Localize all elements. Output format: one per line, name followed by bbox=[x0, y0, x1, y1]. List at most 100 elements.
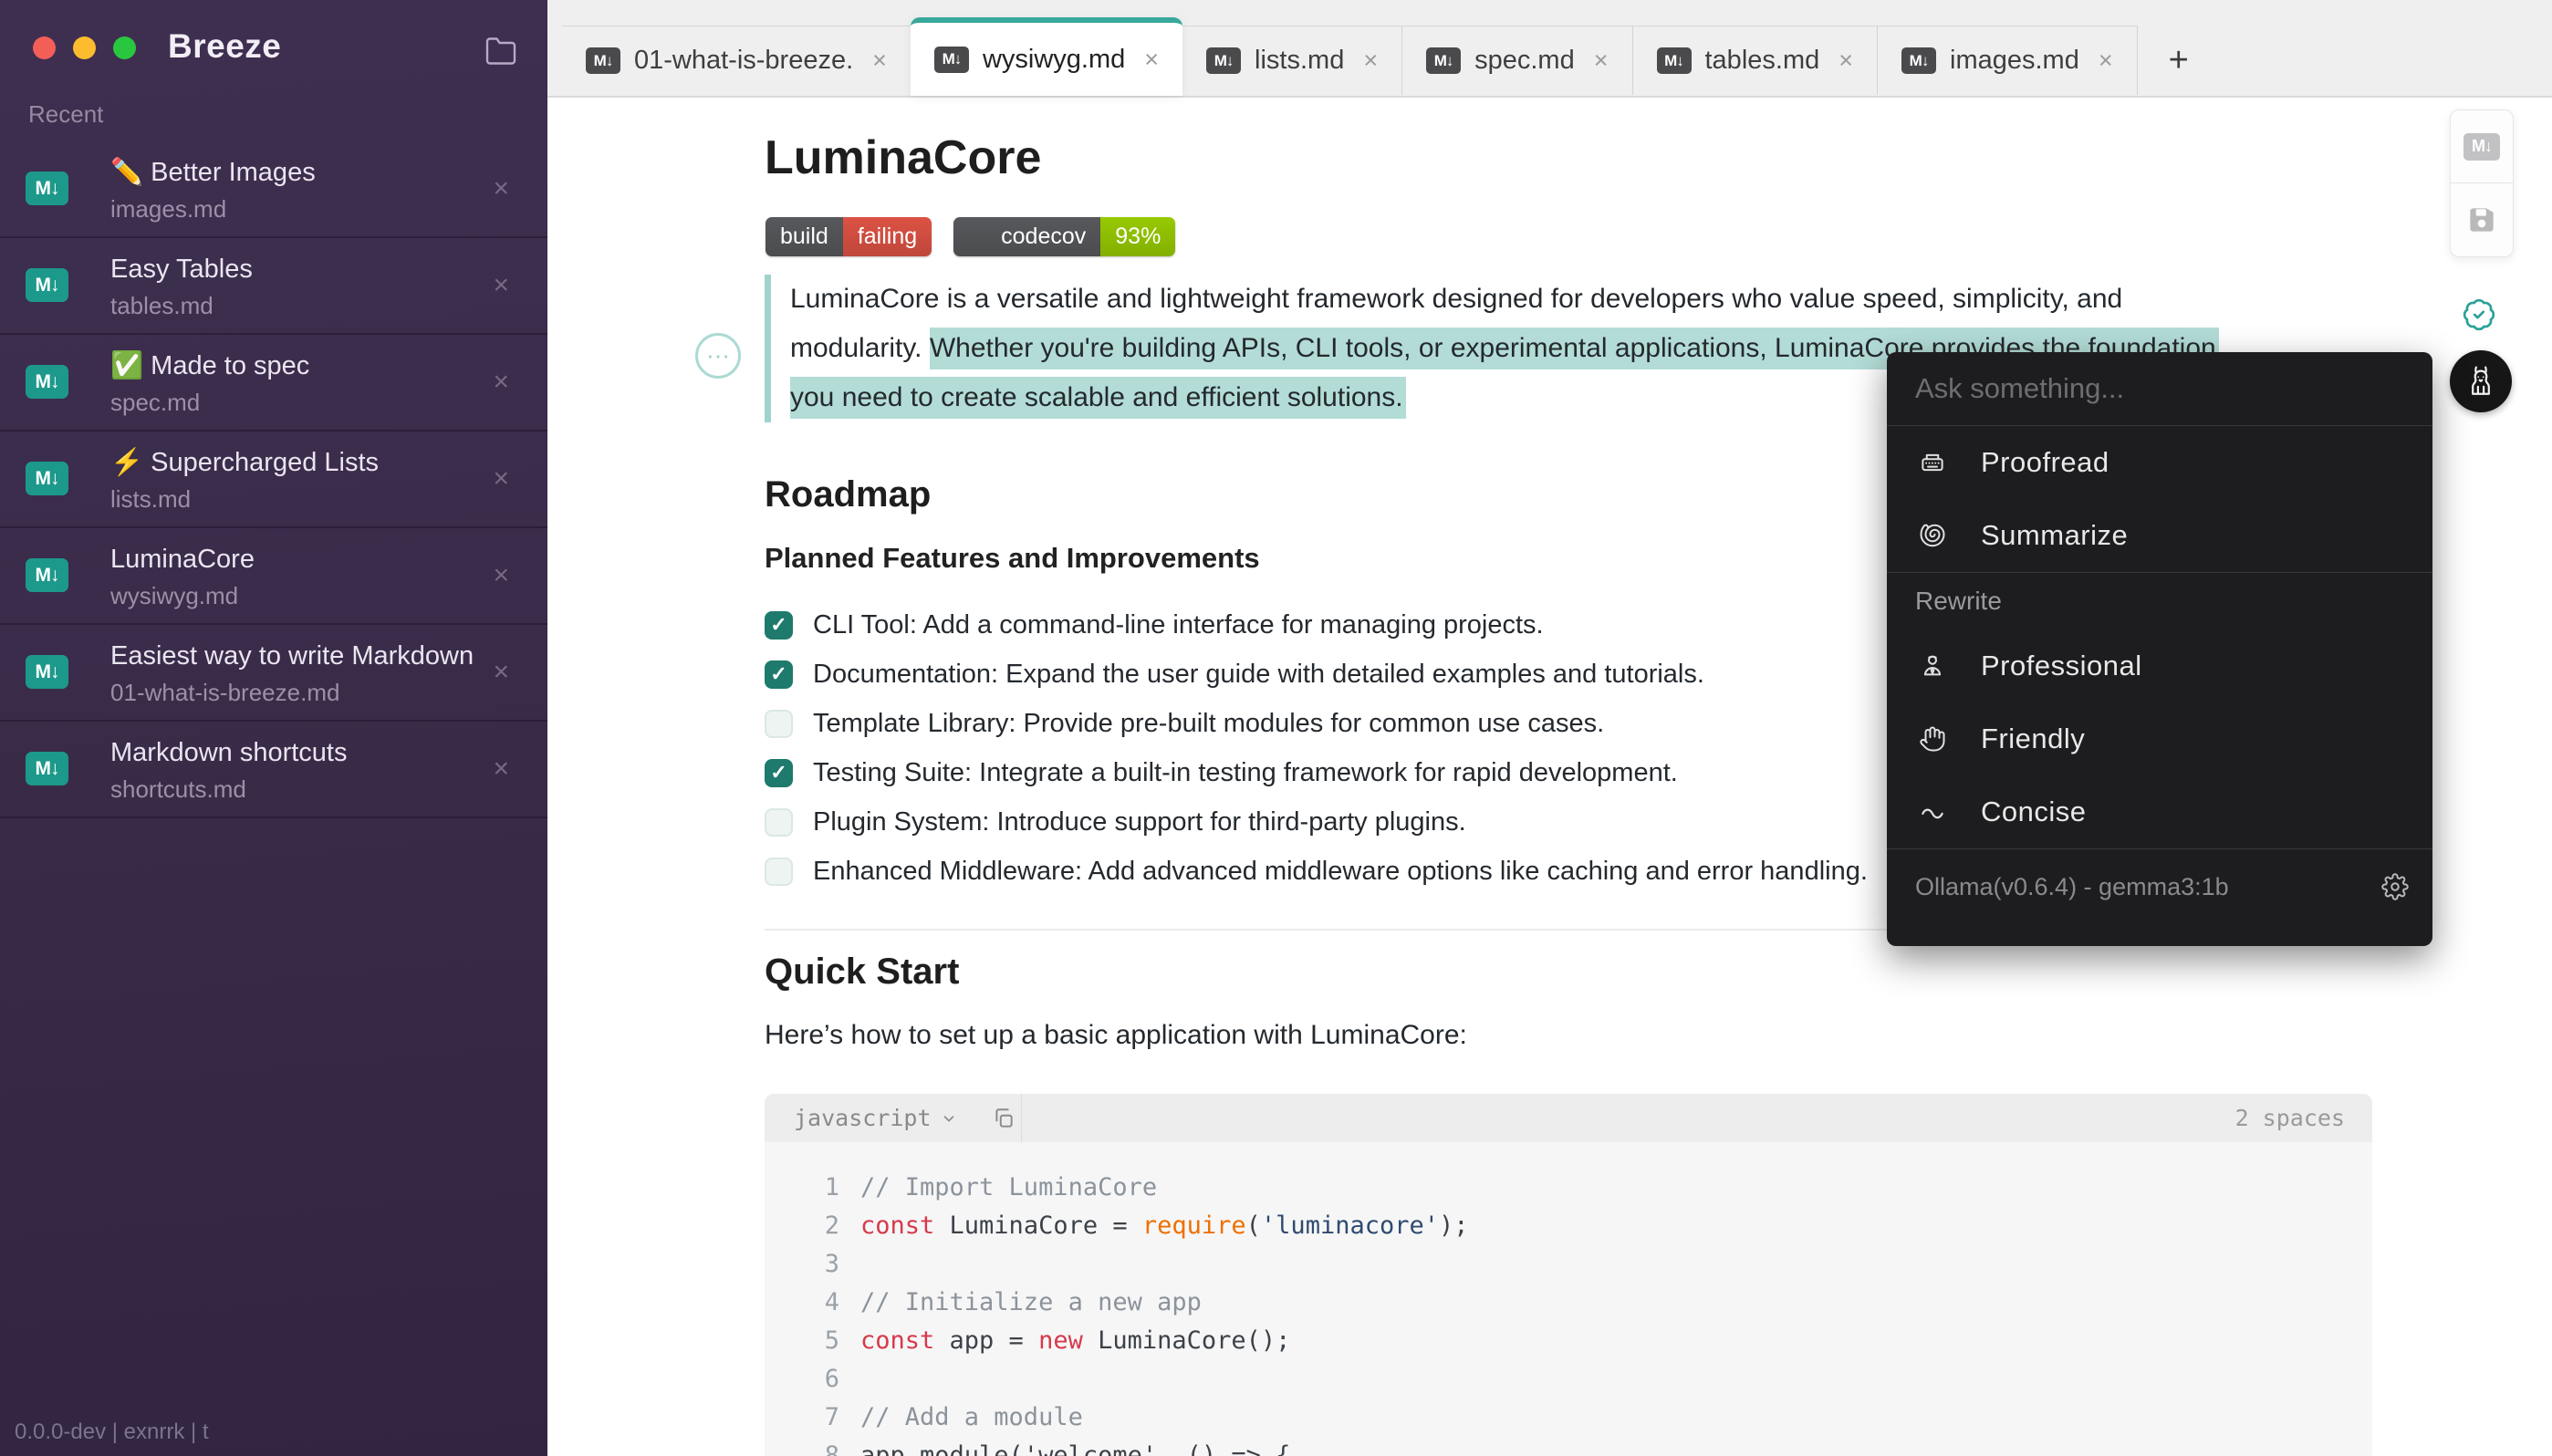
popup-footer: Ollama(v0.6.4) - gemma3:1b bbox=[1887, 849, 2432, 924]
ai-menu-item-label: Professional bbox=[1981, 650, 2142, 682]
ai-menu-item[interactable]: Proofread bbox=[1887, 426, 2432, 499]
build-status-badge: build failing bbox=[766, 217, 932, 256]
line-number: 4 bbox=[765, 1284, 839, 1322]
task-checkbox[interactable] bbox=[765, 808, 793, 837]
remove-recent-button[interactable]: × bbox=[485, 366, 516, 399]
code-editor-area[interactable]: 1 // Import LuminaCore 2 const LuminaCor… bbox=[765, 1142, 2372, 1456]
recent-file-title: Markdown shortcuts bbox=[110, 733, 474, 773]
close-tab-button[interactable]: × bbox=[1139, 46, 1159, 74]
recent-file-item[interactable]: M↓ Easy Tables tables.md × bbox=[0, 238, 547, 335]
open-folder-icon[interactable] bbox=[484, 35, 517, 68]
code-token: require bbox=[1142, 1212, 1246, 1240]
recent-file-item[interactable]: M↓ ✅ Made to spec spec.md × bbox=[0, 335, 547, 432]
ollama-llama-icon bbox=[2461, 361, 2501, 401]
remove-recent-button[interactable]: × bbox=[485, 559, 516, 592]
recent-file-item[interactable]: M↓ Markdown shortcuts shortcuts.md × bbox=[0, 722, 547, 818]
task-text: Documentation: Expand the user guide wit… bbox=[813, 660, 1704, 690]
open-tabs: M↓ 01-what-is-breeze. × M↓ wysiwyg.md × … bbox=[562, 0, 2220, 96]
verified-badge-icon[interactable] bbox=[2462, 297, 2496, 332]
ai-menu-item-label: Friendly bbox=[1981, 723, 2085, 755]
markdown-file-icon: M↓ bbox=[586, 47, 620, 74]
markdown-file-icon: M↓ bbox=[1901, 47, 1936, 74]
ask-input[interactable]: Ask something... bbox=[1887, 352, 2432, 425]
ai-menu-item-label: Concise bbox=[1981, 796, 2087, 828]
close-tab-button[interactable]: × bbox=[1358, 47, 1378, 75]
roadmap-heading: Roadmap bbox=[765, 474, 931, 515]
selected-text-highlight: you need to create scalable and efficien… bbox=[790, 377, 1406, 419]
quickstart-intro: Here’s how to set up a basic application… bbox=[765, 1020, 1467, 1051]
remove-recent-button[interactable]: × bbox=[485, 753, 516, 785]
copy-code-button[interactable] bbox=[992, 1107, 1016, 1130]
line-content bbox=[839, 1245, 860, 1284]
remove-recent-button[interactable]: × bbox=[485, 463, 516, 495]
markdown-source-button[interactable]: M↓ bbox=[2451, 110, 2513, 182]
person-icon bbox=[1919, 652, 1946, 680]
ai-menu-item[interactable]: Friendly bbox=[1887, 702, 2432, 775]
recent-file-item[interactable]: M↓ Easiest way to write Markdown 01-what… bbox=[0, 625, 547, 722]
app-title: Breeze bbox=[168, 27, 281, 66]
file-tab[interactable]: M↓ images.md × bbox=[1878, 26, 2138, 95]
file-tab[interactable]: M↓ wysiwyg.md × bbox=[911, 17, 1182, 96]
line-content: const LuminaCore = require('luminacore')… bbox=[839, 1207, 1469, 1245]
view-mode-panel: M↓ bbox=[2450, 109, 2514, 257]
code-token: app.module('welcome', () => { bbox=[860, 1441, 1290, 1456]
minimize-window-button[interactable] bbox=[73, 36, 96, 59]
codecov-badge-value: 93% bbox=[1100, 217, 1175, 256]
remove-recent-button[interactable]: × bbox=[485, 656, 516, 689]
code-line: 5 const app = new LuminaCore(); bbox=[765, 1322, 2372, 1360]
code-line: 3 bbox=[765, 1245, 2372, 1284]
close-tab-button[interactable]: × bbox=[867, 47, 887, 75]
ai-menu-item[interactable]: Concise bbox=[1887, 775, 2432, 848]
close-tab-button[interactable]: × bbox=[1588, 47, 1609, 75]
ollama-ai-button[interactable] bbox=[2450, 350, 2512, 412]
new-tab-button[interactable]: + bbox=[2138, 26, 2220, 95]
zoom-window-button[interactable] bbox=[113, 36, 136, 59]
markdown-file-icon: M↓ bbox=[26, 558, 68, 592]
markdown-file-icon: M↓ bbox=[1657, 47, 1692, 74]
remove-recent-button[interactable]: × bbox=[485, 269, 516, 302]
code-token: const bbox=[860, 1212, 934, 1240]
task-checkbox[interactable] bbox=[765, 710, 793, 738]
task-checkbox[interactable]: ✓ bbox=[765, 759, 793, 787]
remove-recent-button[interactable]: × bbox=[485, 172, 516, 205]
ai-menu-item[interactable]: Summarize bbox=[1887, 499, 2432, 572]
markdown-file-icon: M↓ bbox=[26, 752, 68, 785]
markdown-file-icon: M↓ bbox=[26, 655, 68, 689]
markdown-file-icon: M↓ bbox=[26, 172, 68, 205]
recent-file-name: wysiwyg.md bbox=[110, 579, 475, 612]
build-badge-value: failing bbox=[843, 217, 932, 256]
ai-menu-item[interactable]: Professional bbox=[1887, 629, 2432, 702]
close-window-button[interactable] bbox=[33, 36, 56, 59]
recent-file-item[interactable]: M↓ ⚡ Supercharged Lists lists.md × bbox=[0, 432, 547, 528]
recent-file-item[interactable]: M↓ ✏️ Better Images images.md × bbox=[0, 141, 547, 238]
roadmap-subheading: Planned Features and Improvements bbox=[765, 542, 1260, 575]
intro-text: modularity. bbox=[790, 333, 930, 363]
save-button[interactable] bbox=[2451, 183, 2513, 255]
recent-file-title: Easiest way to write Markdown bbox=[110, 636, 474, 676]
language-select[interactable]: javascript bbox=[765, 1105, 957, 1131]
model-info-text: Ollama(v0.6.4) - gemma3:1b bbox=[1915, 873, 2229, 901]
task-checkbox[interactable]: ✓ bbox=[765, 611, 793, 640]
block-actions-button[interactable]: ⋯ bbox=[695, 333, 741, 379]
ai-assistant-popup: Ask something... Proofread Summarize Rew… bbox=[1887, 352, 2432, 946]
code-token: app = bbox=[934, 1326, 1038, 1355]
close-tab-button[interactable]: × bbox=[1833, 47, 1853, 75]
code-token: LuminaCore = bbox=[934, 1212, 1142, 1240]
task-checkbox[interactable] bbox=[765, 858, 793, 886]
file-tab[interactable]: M↓ lists.md × bbox=[1182, 26, 1402, 95]
settings-gear-icon[interactable] bbox=[2381, 873, 2409, 900]
recent-file-item[interactable]: M↓ LuminaCore wysiwyg.md × bbox=[0, 528, 547, 625]
line-number: 3 bbox=[765, 1245, 839, 1284]
spiral-icon bbox=[1919, 522, 1946, 549]
close-tab-button[interactable]: × bbox=[2093, 47, 2113, 75]
task-text: Enhanced Middleware: Add advanced middle… bbox=[813, 857, 1868, 887]
file-tab[interactable]: M↓ spec.md × bbox=[1402, 26, 1632, 95]
code-token: // Import LuminaCore bbox=[860, 1173, 1157, 1201]
file-tab[interactable]: M↓ 01-what-is-breeze. × bbox=[562, 26, 911, 95]
document-title: LuminaCore bbox=[765, 130, 1041, 185]
file-tab[interactable]: M↓ tables.md × bbox=[1633, 26, 1879, 95]
rewrite-section-label: Rewrite bbox=[1887, 573, 2432, 629]
status-badges: build failing codecov 93% bbox=[766, 217, 1175, 256]
task-checkbox[interactable]: ✓ bbox=[765, 660, 793, 689]
markdown-file-icon: M↓ bbox=[1426, 47, 1461, 74]
